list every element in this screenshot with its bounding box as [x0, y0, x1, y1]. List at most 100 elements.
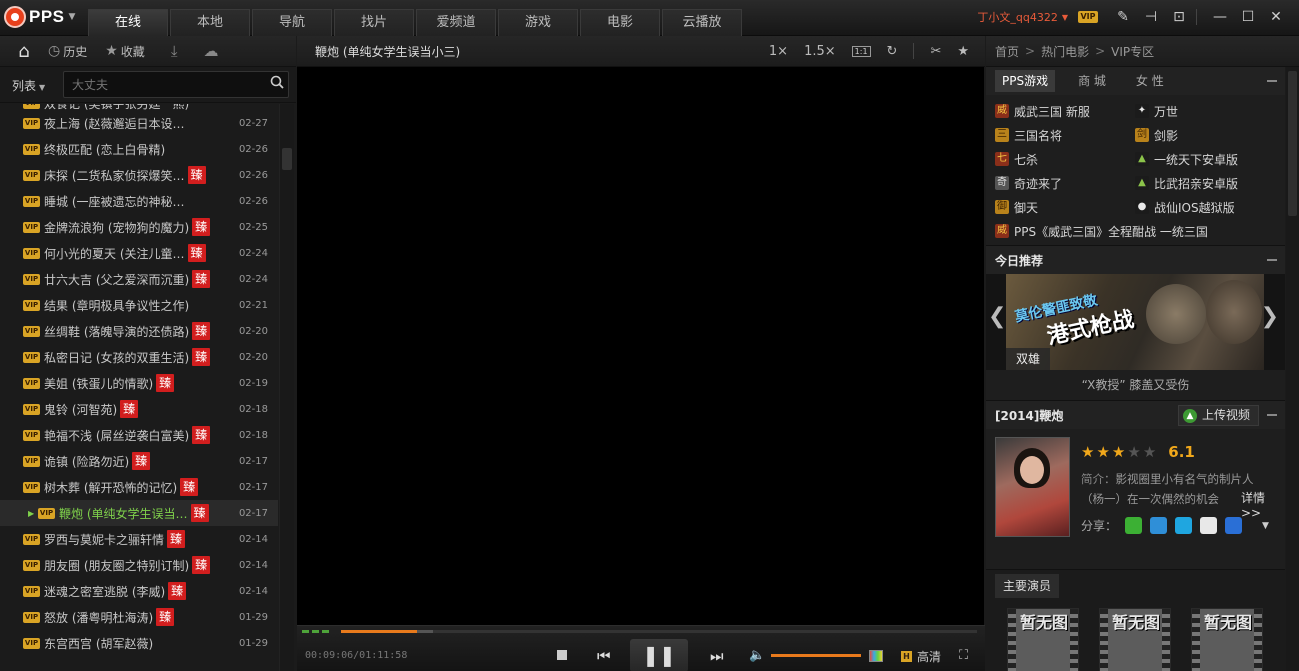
playlist-item[interactable]: VIP 廿六大吉 (父之爱深而沉重) 臻 02-24	[0, 266, 278, 292]
tab-women[interactable]: 女 性	[1129, 70, 1171, 92]
tab-love-channel[interactable]: 爱频道	[416, 9, 496, 36]
banner-caption[interactable]: “X教授” 膝盖又受伤	[986, 370, 1285, 400]
star-icon[interactable]: ★	[957, 44, 969, 59]
tab-mall[interactable]: 商 城	[1071, 70, 1113, 92]
playlist-item[interactable]: VIP 朋友圈 (朋友圈之特别订制) 臻 02-14	[0, 552, 278, 578]
playlist-item[interactable]: VIP 树木葬 (解开恐怖的记忆) 臻 02-17	[0, 474, 278, 500]
skin-edit-icon[interactable]: ✎	[1112, 8, 1134, 26]
playlist-item[interactable]: VIP 何小光的夏天 (关注儿童… 臻 02-24	[0, 240, 278, 266]
chevron-right-icon[interactable]: ❯	[1261, 304, 1279, 329]
breadcrumb-hot-movies[interactable]: 热门电影	[1041, 43, 1089, 60]
details-link[interactable]: 详情>>	[1241, 489, 1285, 520]
pin-icon[interactable]: ⊣	[1140, 8, 1162, 26]
game-link[interactable]: 奇奇迹来了	[995, 171, 1135, 195]
volume-slider[interactable]	[771, 654, 861, 657]
tab-cloud-play[interactable]: 云播放	[662, 9, 742, 36]
tab-local[interactable]: 本地	[170, 9, 250, 36]
game-link[interactable]: 剑剑影	[1135, 123, 1275, 147]
playlist-item[interactable]: VIP 私密日记 (女孩的双重生活) 臻 02-20	[0, 344, 278, 370]
game-link[interactable]: 威威武三国 新服	[995, 99, 1135, 123]
playlist-item[interactable]: VIP 迷魂之密室逃脱 (李威) 臻 02-14	[0, 578, 278, 604]
app-logo[interactable]: PPS ▼	[4, 5, 75, 29]
playlist-item[interactable]: VIP 结果 (章明极具争议性之作) 02-21	[0, 292, 278, 318]
tab-find-movies[interactable]: 找片	[334, 9, 414, 36]
playlist-item[interactable]: VIP 诡镇 (险路勿近) 臻 02-17	[0, 448, 278, 474]
color-adjust-icon[interactable]	[869, 650, 883, 662]
playlist-item[interactable]: VIP 美姐 (铁蛋儿的情歌) 臻 02-19	[0, 370, 278, 396]
tab-main-cast[interactable]: 主要演员	[995, 574, 1060, 598]
chevron-down-icon[interactable]: ▼	[1262, 521, 1269, 531]
next-button[interactable]: ⏭	[710, 647, 724, 665]
favorites-button[interactable]: ★ 收藏	[105, 43, 145, 60]
scrollbar-thumb[interactable]	[1288, 71, 1297, 216]
playlist-item[interactable]: VIP 艳福不浅 (屌丝逆袭白富美) 臻 02-18	[0, 422, 278, 448]
game-link[interactable]: 威 PPS《威武三国》全程酣战 一统三国	[995, 219, 1285, 243]
cloud-upload-icon[interactable]: ☁	[203, 42, 218, 60]
wechat-icon[interactable]	[1125, 517, 1143, 534]
playlist-item[interactable]: VIP 金牌流浪狗 (宠物狗的魔力) 臻 02-25	[0, 214, 278, 240]
history-button[interactable]: ◷ 历史	[48, 43, 87, 60]
weibo-icon[interactable]	[1200, 517, 1218, 534]
playlist-item[interactable]: ▶ VIP 鞭炮 (单纯女学生误当… 臻 02-17	[0, 500, 278, 526]
home-icon[interactable]: ⌂	[0, 41, 48, 62]
game-link[interactable]: 三三国名将	[995, 123, 1135, 147]
tab-online[interactable]: 在线	[88, 9, 168, 36]
game-link[interactable]: 七七杀	[995, 147, 1135, 171]
collapse-icon[interactable]	[1267, 259, 1277, 261]
volume-icon[interactable]: 🔈	[749, 648, 765, 663]
search-input[interactable]	[63, 71, 289, 98]
minimize-icon[interactable]: —	[1209, 8, 1231, 26]
movie-poster[interactable]	[995, 437, 1070, 537]
star-icon[interactable]: ★	[1081, 443, 1094, 461]
pengyou-icon[interactable]	[1175, 517, 1193, 534]
star-icon[interactable]: ★	[1096, 443, 1109, 461]
tab-pps-games[interactable]: PPS游戏	[995, 70, 1056, 92]
playlist-item[interactable]: VIP 怒放 (潘粤明杜海涛) 臻 01-29	[0, 604, 278, 630]
previous-button[interactable]: ⏮	[597, 647, 611, 665]
star-icon[interactable]: ★	[1143, 443, 1156, 461]
list-selector[interactable]: 列表 ▼	[12, 77, 45, 94]
close-icon[interactable]: ✕	[1265, 8, 1287, 26]
maximize-icon[interactable]: ☐	[1237, 8, 1259, 26]
fullscreen-icon[interactable]: ⛶	[959, 648, 968, 663]
playlist-item[interactable]: VIP 夜上海 (赵薇邂逅日本设计师) 02-27	[0, 110, 278, 136]
chevron-left-icon[interactable]: ❮	[988, 304, 1006, 329]
game-link[interactable]: ● 战仙IOS越狱版	[1135, 195, 1275, 219]
playlist-item[interactable]: VIP 床探 (二货私家侦探爆笑… 臻 02-26	[0, 162, 278, 188]
collapse-icon[interactable]	[1267, 80, 1277, 82]
cast-card[interactable]: 暂无图	[1191, 608, 1263, 671]
scrollbar-thumb[interactable]	[282, 148, 292, 170]
rotate-icon[interactable]: ↻	[887, 44, 898, 59]
cast-card[interactable]: 暂无图	[1099, 608, 1171, 671]
right-panel-scrollbar[interactable]	[1286, 67, 1299, 671]
cast-card[interactable]: 暂无图	[1007, 608, 1079, 671]
star-icon[interactable]: ★	[1112, 443, 1125, 461]
star-icon[interactable]: ★	[1127, 443, 1140, 461]
playlist-item[interactable]: VIP 睡城 (一座被遗忘的神秘古城) 02-26	[0, 188, 278, 214]
download-icon[interactable]: ⤓	[171, 42, 178, 60]
qzone-icon[interactable]	[1150, 517, 1168, 534]
playlist-scrollbar[interactable]	[279, 104, 294, 671]
quality-button[interactable]: H 高清	[901, 648, 941, 665]
aspect-ratio-icon[interactable]: 1:1	[851, 45, 871, 57]
vip-badge[interactable]: VIP	[1078, 11, 1098, 23]
collapse-icon[interactable]	[1267, 414, 1277, 416]
upload-video-button[interactable]: ▲ 上传视频	[1177, 405, 1259, 426]
breadcrumb-vip-zone[interactable]: VIP专区	[1111, 43, 1154, 60]
playlist-item[interactable]: VIP 丝绸鞋 (落魄导演的还债路) 臻 02-20	[0, 318, 278, 344]
playlist-item[interactable]: VIP 终极匹配 (恋上白骨精) 02-26	[0, 136, 278, 162]
breadcrumb-home[interactable]: 首页	[995, 43, 1019, 60]
chevron-down-icon[interactable]: ▼	[1062, 13, 1068, 22]
qq-icon[interactable]	[1225, 517, 1243, 534]
scissors-icon[interactable]: ✂	[930, 44, 941, 59]
search-icon[interactable]	[270, 75, 284, 89]
speed-1x-button[interactable]: 1×	[769, 44, 788, 59]
tab-games[interactable]: 游戏	[498, 9, 578, 36]
pause-button[interactable]: ❚❚	[630, 639, 688, 671]
playlist-item[interactable]: VIP 鬼铃 (河智苑) 臻 02-18	[0, 396, 278, 422]
speed-1-5x-button[interactable]: 1.5×	[804, 44, 836, 59]
tab-navigation[interactable]: 导航	[252, 9, 332, 36]
mini-mode-icon[interactable]: ⊡	[1168, 8, 1190, 26]
stop-button[interactable]	[555, 648, 569, 662]
playlist-item[interactable]: VIP 罗西与莫妮卡之骊轩情臻 02-14	[0, 526, 278, 552]
